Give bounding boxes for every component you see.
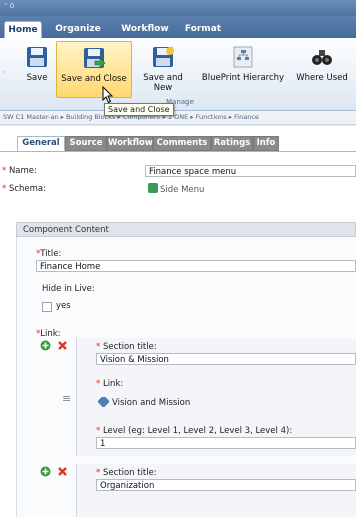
window-title: ⁼ 0: [4, 2, 15, 10]
section-title-label: * Section title:: [96, 468, 157, 478]
link-label: *Link:: [36, 329, 61, 339]
save-and-close-icon: [84, 48, 106, 69]
section-title-input[interactable]: Organization: [96, 479, 356, 491]
ribbon-scroll-left-icon[interactable]: ·: [2, 68, 5, 77]
drag-handle-icon[interactable]: ≡: [62, 392, 71, 405]
tab-info[interactable]: Info: [253, 136, 279, 151]
tab-general[interactable]: General: [17, 136, 65, 151]
save-and-new-button[interactable]: Save and New: [140, 41, 186, 96]
blueprint-hierarchy-button[interactable]: BluePrint Hierarchy: [197, 41, 289, 96]
title-input[interactable]: Finance Home: [36, 260, 356, 272]
title-label: *Title:: [36, 249, 62, 259]
binoculars-icon: [312, 50, 332, 65]
save-icon: [27, 47, 47, 67]
level-input[interactable]: 1: [96, 437, 356, 449]
remove-link-icon[interactable]: [57, 340, 68, 351]
ribbon-tab-organize[interactable]: Organize: [50, 21, 106, 38]
ribbon-tab-workflow[interactable]: Workflow: [118, 21, 172, 38]
ribbon-tab-home[interactable]: Home: [4, 21, 42, 39]
tab-workflow[interactable]: Workflow: [107, 136, 153, 151]
blueprint-hierarchy-icon: [233, 46, 253, 68]
ribbon-toolbar: · Save Save and Close Save and New BlueP…: [0, 38, 356, 111]
section-title-label: * Section title:: [96, 342, 157, 352]
hide-in-live-checkbox[interactable]: [42, 302, 52, 312]
level-label: * Level (eg: Level 1, Level 2, Level 3, …: [96, 426, 293, 436]
hide-in-live-label: Hide in Live:: [42, 284, 95, 294]
name-input[interactable]: Finance space menu: [145, 165, 356, 177]
add-link-icon[interactable]: [40, 466, 51, 477]
tab-comments[interactable]: Comments: [153, 136, 211, 151]
save-and-new-icon: [153, 47, 174, 67]
mouse-cursor-icon: [102, 86, 114, 104]
name-label: * Name:: [2, 166, 37, 176]
schema-label: * Schema:: [2, 184, 46, 194]
tooltip: Save and Close: [104, 103, 174, 116]
schema-icon: [148, 183, 158, 193]
ribbon-tab-bar: Home Organize Workflow Format: [0, 16, 356, 39]
link-field-label: * Link:: [96, 379, 124, 389]
remove-link-icon[interactable]: [57, 466, 68, 477]
ribbon-tab-format[interactable]: Format: [180, 21, 226, 38]
component-link-icon: [97, 397, 110, 408]
add-link-icon[interactable]: [40, 340, 51, 351]
hide-in-live-option: yes: [56, 301, 71, 311]
schema-field[interactable]: Side Menu: [145, 183, 356, 195]
tab-ratings[interactable]: Ratings: [211, 136, 253, 151]
save-button[interactable]: Save: [20, 41, 54, 96]
editor-panel: General Source Workflow Comments Ratings…: [0, 126, 356, 517]
where-used-button[interactable]: Where Used: [293, 41, 351, 96]
component-content-header[interactable]: Component Content: [16, 222, 356, 237]
tab-divider: [0, 151, 356, 152]
link-target[interactable]: Vision and Mission: [96, 397, 356, 409]
window-title-bar: ⁼ 0: [0, 0, 356, 16]
tab-source[interactable]: Source: [65, 136, 107, 151]
save-and-close-button[interactable]: Save and Close: [56, 41, 132, 98]
breadcrumb: SW C1 Master-an ▸ Building Blocks ▸ Comp…: [0, 111, 356, 125]
section-title-input[interactable]: Vision & Mission: [96, 353, 356, 365]
